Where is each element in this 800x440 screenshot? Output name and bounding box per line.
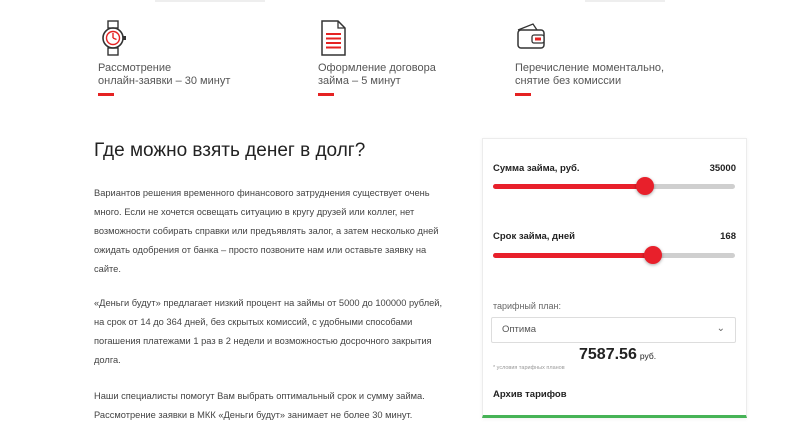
article-title: Где можно взять денег в долг? [94,140,366,161]
slider-handle[interactable] [636,177,655,195]
chevron-down-icon: ⌄ [716,323,725,334]
feature-accent-bar [515,93,531,96]
plan-select[interactable]: Оптима ⌄ [491,317,736,343]
term-row: Срок займа, дней 168 [493,231,736,242]
feature-text: Рассмотрение онлайн-заявки – 30 минут [98,62,231,87]
loan-calculator: Сумма займа, руб. 35000 Срок займа, дней… [482,138,747,418]
tariff-archive-link[interactable]: Архив тарифов [493,389,567,400]
document-icon [321,20,346,56]
slider-fill [493,184,646,189]
currency-label: руб. [639,351,657,361]
plan-selected-value: Оптима [502,324,537,335]
top-divider [155,0,265,2]
amount-slider[interactable] [493,177,735,195]
total-value: 7587.56 [579,346,637,363]
total-amount: 7587.56 руб. [579,346,656,364]
article-paragraph: «Деньги будут» предлагает низкий процент… [94,298,443,365]
tariff-conditions-link[interactable]: * условия тарифных планов [493,365,565,371]
term-value: 168 [720,231,736,242]
top-divider [585,0,665,2]
amount-row: Сумма займа, руб. 35000 [493,163,736,174]
term-slider[interactable] [493,246,735,264]
article-paragraph: Наши специалисты помогут Вам выбрать опт… [94,391,425,420]
slider-fill [493,253,653,258]
wallet-icon [517,23,545,49]
plan-label: тарифный план: [493,301,562,311]
slider-handle[interactable] [643,246,662,264]
feature-accent-bar [318,93,334,96]
article-paragraph: Вариантов решения временного финансового… [94,188,439,274]
feature-text: Оформление договора займа – 5 минут [318,62,436,87]
amount-value: 35000 [709,163,736,174]
term-label: Срок займа, дней [493,231,575,242]
watch-icon [102,20,126,56]
feature-text: Перечисление моментально, снятие без коми… [515,62,665,87]
amount-label: Сумма займа, руб. [493,163,580,174]
feature-accent-bar [98,93,114,96]
